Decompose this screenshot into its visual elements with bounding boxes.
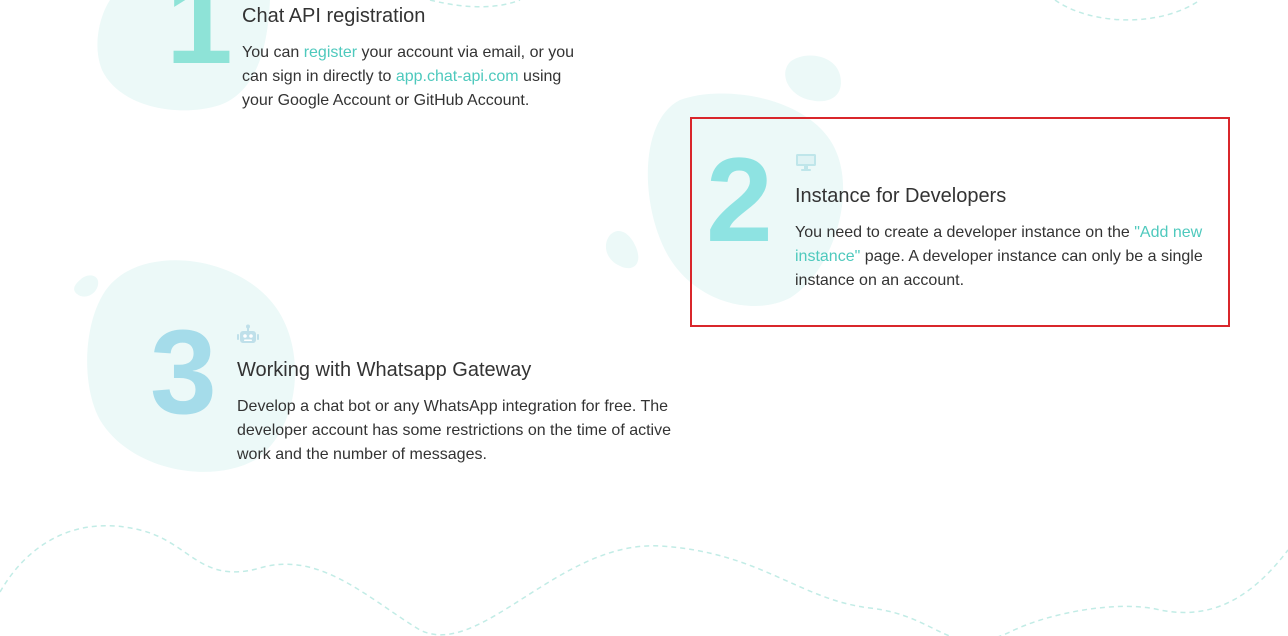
- robot-icon: [237, 324, 259, 351]
- step-3: 3 Working with Whatsapp Gateway Develop …: [0, 0, 760, 520]
- step-3-title: Working with Whatsapp Gateway: [237, 359, 532, 381]
- step-3-number: 3: [150, 305, 217, 439]
- wave-line-bottom: [0, 524, 1288, 636]
- step-3-description: Develop a chat bot or any WhatsApp integ…: [237, 398, 671, 463]
- page: 1 Chat API registration You can register…: [0, 0, 1288, 636]
- highlight-box: [690, 117, 1230, 327]
